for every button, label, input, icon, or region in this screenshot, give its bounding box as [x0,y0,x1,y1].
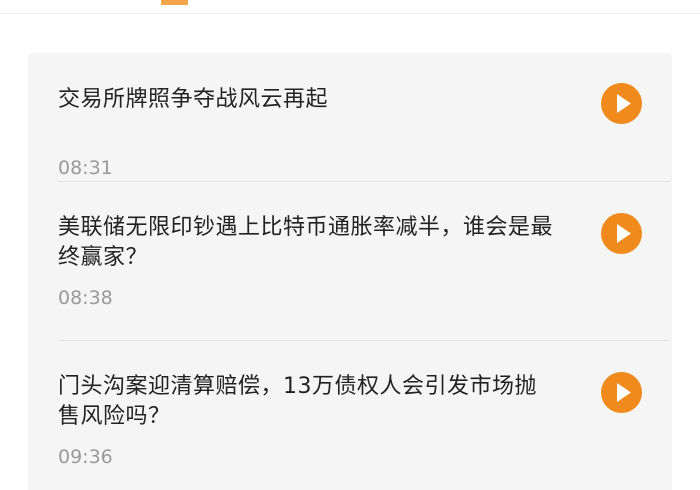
play-button[interactable] [601,372,642,413]
news-item[interactable]: 美联储无限印钞遇上比特币通胀率减半，谁会是最终赢家？ 08:38 [58,213,670,313]
play-button[interactable] [601,213,642,254]
news-item-title[interactable]: 美联储无限印钞遇上比特币通胀率减半，谁会是最终赢家？ [58,213,558,273]
active-tab-indicator [161,0,188,5]
news-item[interactable]: 门头沟案迎清算赔偿，13万债权人会引发市场抛售风险吗？ 09:36 [58,372,670,472]
news-item[interactable]: 交易所牌照争夺战风云再起 08:31 [58,83,670,183]
play-icon [617,383,631,402]
news-item-title[interactable]: 门头沟案迎清算赔偿，13万债权人会引发市场抛售风险吗？ [58,372,558,432]
item-divider [58,181,670,182]
play-button[interactable] [601,83,642,124]
news-item-time: 08:31 [58,157,113,179]
news-list-card: 交易所牌照争夺战风云再起 08:31 美联储无限印钞遇上比特币通胀率减半，谁会是… [28,53,672,490]
play-icon [617,94,631,113]
play-icon [617,224,631,243]
news-item-time: 08:38 [58,287,113,309]
news-item-time: 09:36 [58,446,113,468]
item-divider [58,340,670,341]
news-item-title[interactable]: 交易所牌照争夺战风云再起 [58,85,558,115]
top-bar [0,0,700,14]
